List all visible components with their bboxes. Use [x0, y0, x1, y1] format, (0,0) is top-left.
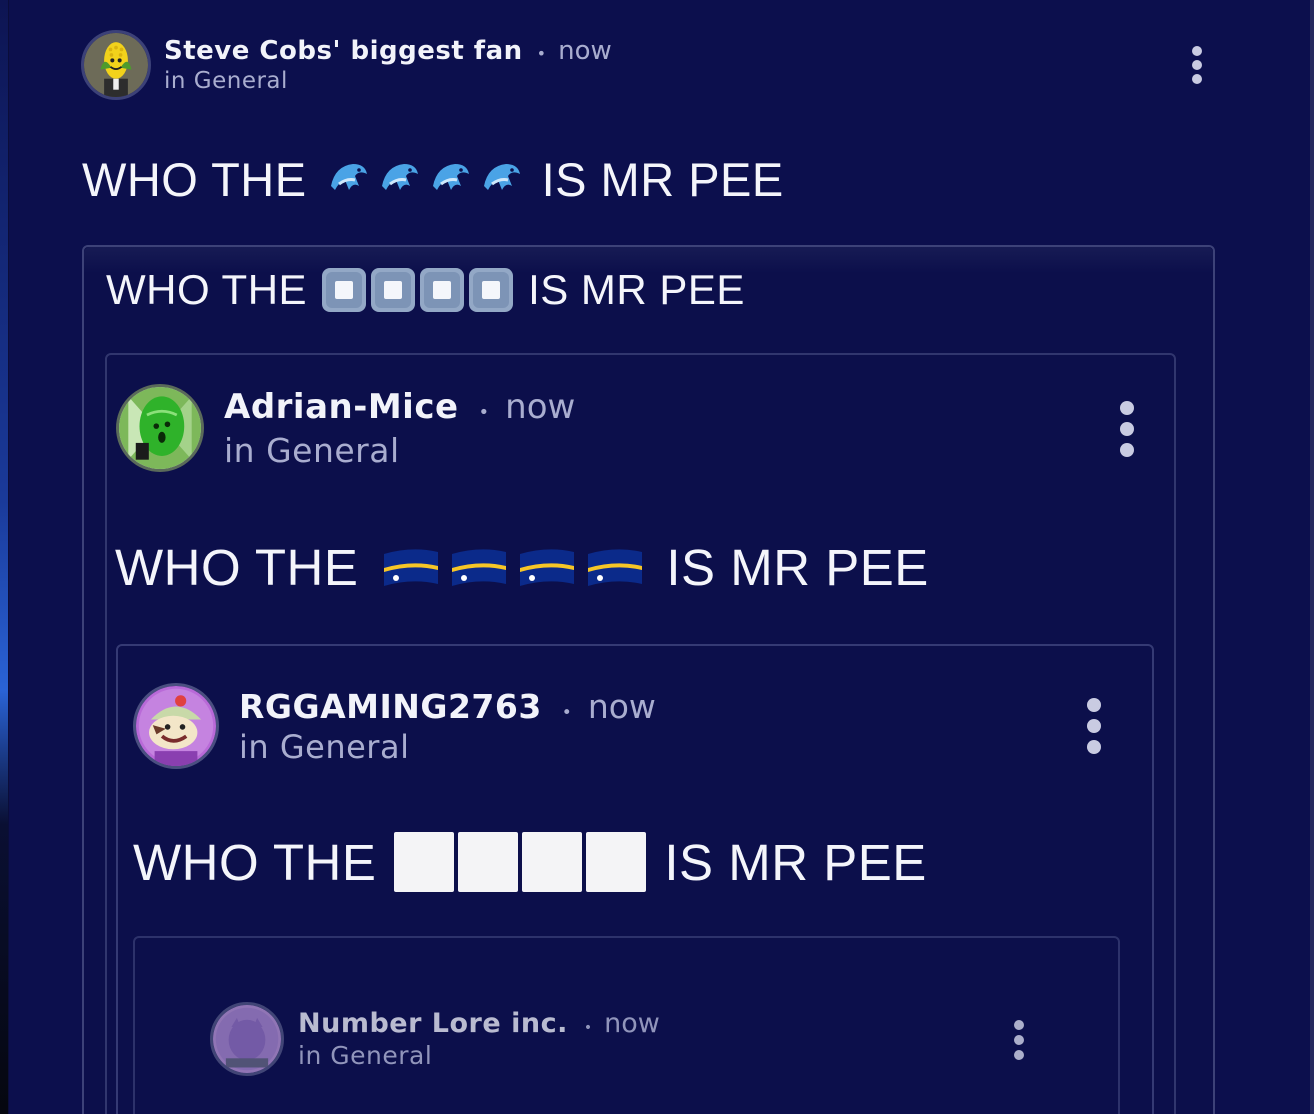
post-channel[interactable]: in General	[164, 68, 612, 94]
scrollbar-track[interactable]	[1310, 0, 1314, 1114]
post-text-end: IS MR PEE	[666, 538, 929, 596]
post-channel[interactable]: in General	[298, 1041, 660, 1070]
corn-avatar-icon[interactable]	[81, 30, 151, 100]
quoted-text-end: IS MR PEE	[528, 266, 745, 313]
background-edge	[0, 0, 9, 1114]
post-text-start: WHO THE	[115, 538, 359, 596]
app-screen: Steve Cobs' biggest fan • now in General…	[0, 0, 1314, 1114]
nauru-flag-emoji	[588, 549, 643, 586]
white-box-glyph	[586, 832, 647, 892]
post-channel[interactable]: in General	[239, 728, 656, 766]
post-body: WHO THE IS MR PEE	[133, 830, 927, 894]
kebab-menu-icon[interactable]	[1013, 1020, 1025, 1060]
white-box-glyph-group	[394, 832, 647, 892]
post-author[interactable]: Adrian-Mice	[224, 387, 459, 427]
grey-square-emoji	[322, 268, 367, 312]
post-time: now	[587, 686, 656, 726]
kebab-menu-icon[interactable]	[1119, 401, 1135, 457]
post-time: now	[505, 386, 576, 427]
purple-character-avatar-icon[interactable]	[133, 683, 219, 769]
dolphin-emoji	[381, 164, 418, 190]
white-box-glyph	[458, 832, 519, 892]
post-text-end: IS MR PEE	[664, 833, 927, 891]
post-text-end: IS MR PEE	[541, 152, 784, 206]
post-author[interactable]: Number Lore inc.	[298, 1008, 568, 1039]
separator-dot: •	[583, 1020, 593, 1036]
white-box-glyph	[522, 832, 583, 892]
quoted-text-start: WHO THE	[106, 266, 308, 313]
post-header: RGGAMING2763 • now in General	[133, 683, 656, 769]
post-body: WHO THE IS MR PEE	[82, 150, 784, 208]
separator-dot: •	[536, 44, 547, 63]
purple-blob-avatar-icon[interactable]	[210, 1002, 284, 1076]
dolphin-emoji	[483, 164, 520, 190]
grey-square-emoji-group	[321, 267, 514, 313]
separator-dot: •	[561, 702, 572, 723]
grey-square-emoji	[420, 268, 465, 312]
green-shield-avatar-icon[interactable]	[116, 384, 204, 472]
nauru-flag-emoji	[384, 549, 439, 586]
kebab-menu-icon[interactable]	[1086, 698, 1101, 754]
nauru-flag-emoji	[452, 549, 507, 586]
dolphin-emoji	[330, 164, 367, 190]
post-header: Number Lore inc. • now in General	[210, 1002, 660, 1076]
post-time: now	[558, 36, 612, 66]
post-header: Adrian-Mice • now in General	[116, 384, 575, 472]
separator-dot: •	[478, 401, 490, 423]
nauru-flag-emoji-group	[382, 546, 644, 588]
nauru-flag-emoji	[520, 549, 575, 586]
post-header: Steve Cobs' biggest fan • now in General	[81, 30, 612, 100]
post-text-start: WHO THE	[133, 833, 377, 891]
post-time: now	[604, 1008, 660, 1039]
dolphin-emoji-group	[325, 156, 524, 202]
grey-square-emoji	[469, 268, 514, 312]
quoted-text: WHO THE IS MR PEE	[106, 264, 745, 316]
post-channel[interactable]: in General	[224, 431, 575, 470]
dolphin-emoji	[432, 164, 469, 190]
post-text-start: WHO THE	[82, 152, 307, 206]
white-box-glyph	[394, 832, 455, 892]
post-author[interactable]: RGGAMING2763	[239, 687, 542, 726]
post-body: WHO THE IS MR PEE	[115, 536, 929, 598]
post-author[interactable]: Steve Cobs' biggest fan	[164, 36, 523, 66]
kebab-menu-icon[interactable]	[1191, 46, 1203, 84]
grey-square-emoji	[371, 268, 416, 312]
